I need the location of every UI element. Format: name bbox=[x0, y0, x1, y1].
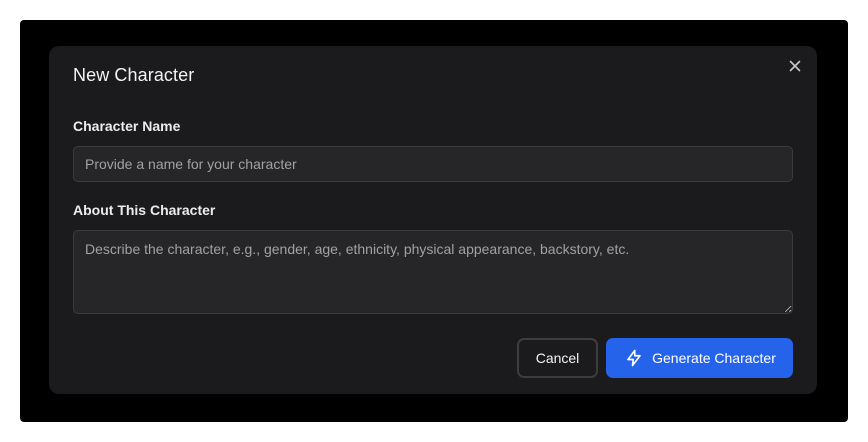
generate-character-button[interactable]: Generate Character bbox=[606, 338, 793, 378]
dialog-title: New Character bbox=[73, 65, 195, 85]
lightning-bolt-icon bbox=[625, 349, 643, 367]
character-name-label: Character Name bbox=[73, 118, 181, 134]
generate-character-label: Generate Character bbox=[652, 350, 776, 366]
about-character-textarea[interactable] bbox=[73, 230, 793, 314]
close-icon bbox=[789, 60, 801, 72]
cancel-button[interactable]: Cancel bbox=[517, 338, 598, 378]
new-character-dialog: New Character Character Name About This … bbox=[49, 46, 817, 394]
about-character-label: About This Character bbox=[73, 202, 216, 218]
character-name-input[interactable] bbox=[73, 146, 793, 182]
close-button[interactable] bbox=[787, 58, 803, 74]
